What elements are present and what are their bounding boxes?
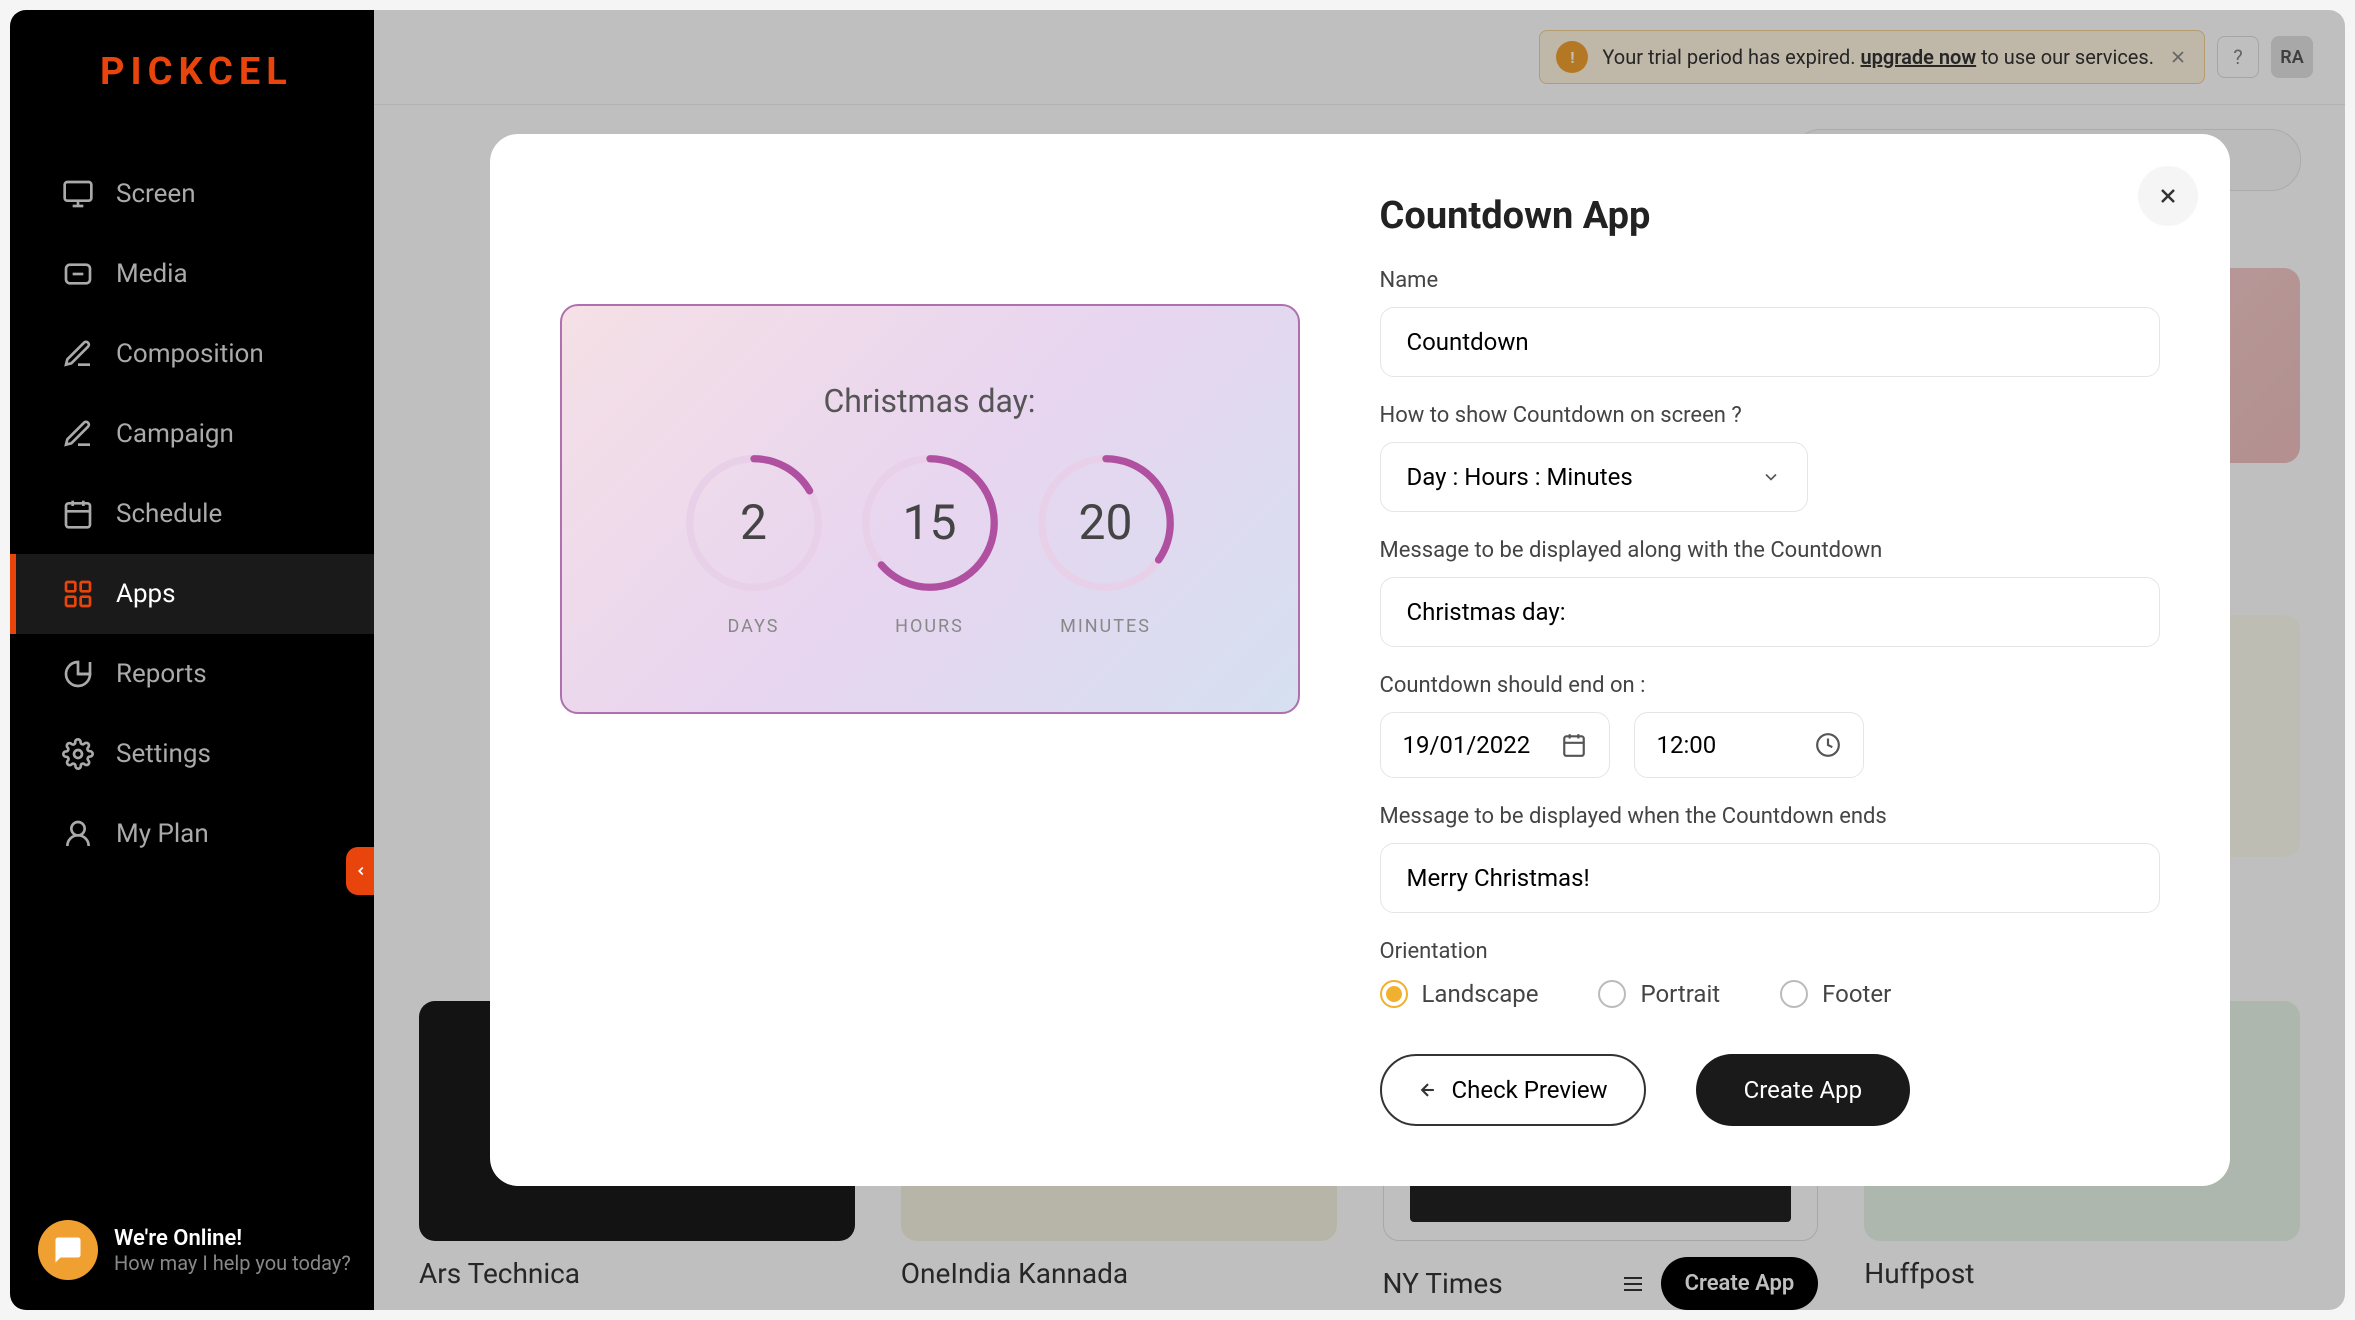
radio-icon [1380,980,1408,1008]
sidebar-item-media[interactable]: Media [10,234,374,314]
days-value: 2 [740,494,767,551]
edit-icon [62,338,94,370]
nav-label: Reports [116,659,207,689]
calendar-icon [1561,732,1587,758]
orientation-portrait[interactable]: Portrait [1598,980,1720,1008]
nav-label: My Plan [116,819,209,849]
message-input[interactable] [1380,577,2160,647]
countdown-modal: Christmas day: 2 DAYS [490,134,2230,1186]
chart-icon [62,658,94,690]
message-label: Message to be displayed along with the C… [1380,538,2160,563]
orientation-label: Orientation [1380,939,2160,964]
format-label: How to show Countdown on screen ? [1380,403,2160,428]
sidebar-item-campaign[interactable]: Campaign [10,394,374,474]
chevron-down-icon [1761,467,1781,487]
sidebar-item-settings[interactable]: Settings [10,714,374,794]
sidebar-item-composition[interactable]: Composition [10,314,374,394]
logo: PICKCEL [10,50,374,154]
sidebar-item-plan[interactable]: My Plan [10,794,374,874]
sidebar-item-schedule[interactable]: Schedule [10,474,374,554]
nav-label: Campaign [116,419,234,449]
hours-unit: 15 HOURS [857,450,1003,637]
countdown-preview: Christmas day: 2 DAYS [560,304,1300,714]
brand-logo: PICKCEL [100,50,324,94]
gear-icon [62,738,94,770]
chevron-left-icon [354,862,368,880]
modal-overlay: Christmas day: 2 DAYS [374,10,2345,1310]
end-message-label: Message to be displayed when the Countdo… [1380,804,2160,829]
check-preview-button[interactable]: Check Preview [1380,1054,1646,1126]
minutes-unit: 20 MINUTES [1033,450,1179,637]
end-label: Countdown should end on : [1380,673,2160,698]
orientation-landscape[interactable]: Landscape [1380,980,1539,1008]
chat-subtitle: How may I help you today? [114,1251,351,1275]
end-message-input[interactable] [1380,843,2160,913]
calendar-icon [62,498,94,530]
name-label: Name [1380,268,2160,293]
modal-title: Countdown App [1380,194,2160,238]
form-panel: Countdown App Name How to show Countdown… [1380,194,2160,1126]
sidebar-item-screen[interactable]: Screen [10,154,374,234]
days-label: DAYS [728,616,780,637]
nav-label: Composition [116,339,264,369]
close-modal-button[interactable] [2138,166,2198,226]
collapse-sidebar-button[interactable] [346,847,376,895]
main-content: ! Your trial period has expired. upgrade… [374,10,2345,1310]
monitor-icon [62,178,94,210]
radio-icon [1598,980,1626,1008]
megaphone-icon [62,418,94,450]
date-input[interactable]: 19/01/2022 [1380,712,1610,778]
hours-value: 15 [903,494,957,551]
chat-widget[interactable]: We're Online! How may I help you today? [38,1220,351,1280]
orientation-footer[interactable]: Footer [1780,980,1891,1008]
radio-icon [1780,980,1808,1008]
preview-panel: Christmas day: 2 DAYS [560,194,1300,1126]
sidebar-item-reports[interactable]: Reports [10,634,374,714]
arrow-left-icon [1418,1080,1438,1100]
chat-icon [38,1220,98,1280]
close-icon [2156,184,2180,208]
time-input[interactable]: 12:00 [1634,712,1864,778]
grid-icon [62,578,94,610]
folder-icon [62,258,94,290]
create-app-button[interactable]: Create App [1696,1054,1910,1126]
days-unit: 2 DAYS [681,450,827,637]
sidebar-item-apps[interactable]: Apps [10,554,374,634]
minutes-value: 20 [1079,494,1133,551]
minutes-label: MINUTES [1060,616,1151,637]
preview-title: Christmas day: [823,382,1035,420]
hours-label: HOURS [895,616,964,637]
clock-icon [1815,732,1841,758]
nav-label: Screen [116,179,196,209]
chat-status: We're Online! [114,1226,351,1251]
sidebar: PICKCEL Screen Media Composition Campaig… [10,10,374,1310]
format-select[interactable]: Day : Hours : Minutes [1380,442,1808,512]
badge-icon [62,818,94,850]
nav-label: Schedule [116,499,222,529]
name-input[interactable] [1380,307,2160,377]
nav-label: Apps [116,579,176,609]
nav-label: Settings [116,739,211,769]
nav-label: Media [116,259,188,289]
